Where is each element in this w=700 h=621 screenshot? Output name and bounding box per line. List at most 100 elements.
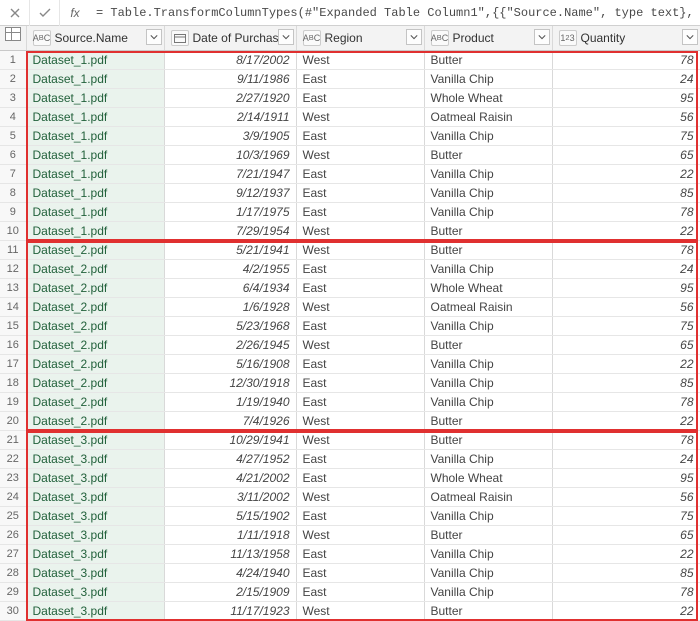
- row-number[interactable]: 17: [0, 355, 26, 374]
- table-row[interactable]: 7Dataset_1.pdf7/21/1947EastVanilla Chip2…: [0, 165, 700, 184]
- row-number[interactable]: 2: [0, 70, 26, 89]
- cell-region[interactable]: East: [296, 165, 424, 184]
- filter-button[interactable]: [534, 29, 550, 45]
- cell-source[interactable]: Dataset_3.pdf: [26, 602, 164, 621]
- cell-source[interactable]: Dataset_2.pdf: [26, 412, 164, 431]
- column-header-product[interactable]: ABC Product: [424, 26, 552, 51]
- cell-source[interactable]: Dataset_2.pdf: [26, 336, 164, 355]
- cell-date[interactable]: 9/12/1937: [164, 184, 296, 203]
- cell-date[interactable]: 12/30/1918: [164, 374, 296, 393]
- column-header-quantity[interactable]: 123 Quantity: [552, 26, 700, 51]
- cell-source[interactable]: Dataset_1.pdf: [26, 165, 164, 184]
- cell-source[interactable]: Dataset_1.pdf: [26, 70, 164, 89]
- cell-region[interactable]: West: [296, 431, 424, 450]
- cell-source[interactable]: Dataset_2.pdf: [26, 279, 164, 298]
- cell-quantity[interactable]: 65: [552, 336, 700, 355]
- cell-region[interactable]: East: [296, 469, 424, 488]
- cell-product[interactable]: Vanilla Chip: [424, 393, 552, 412]
- table-row[interactable]: 28Dataset_3.pdf4/24/1940EastVanilla Chip…: [0, 564, 700, 583]
- cell-date[interactable]: 4/24/1940: [164, 564, 296, 583]
- cell-quantity[interactable]: 78: [552, 241, 700, 260]
- table-row[interactable]: 13Dataset_2.pdf6/4/1934EastWhole Wheat95: [0, 279, 700, 298]
- cell-date[interactable]: 4/21/2002: [164, 469, 296, 488]
- table-row[interactable]: 23Dataset_3.pdf4/21/2002EastWhole Wheat9…: [0, 469, 700, 488]
- cell-region[interactable]: West: [296, 146, 424, 165]
- cell-quantity[interactable]: 56: [552, 488, 700, 507]
- cell-product[interactable]: Butter: [424, 222, 552, 241]
- row-number[interactable]: 22: [0, 450, 26, 469]
- cell-source[interactable]: Dataset_1.pdf: [26, 203, 164, 222]
- cell-date[interactable]: 10/3/1969: [164, 146, 296, 165]
- cell-product[interactable]: Vanilla Chip: [424, 545, 552, 564]
- row-number[interactable]: 5: [0, 127, 26, 146]
- cell-quantity[interactable]: 22: [552, 222, 700, 241]
- table-row[interactable]: 20Dataset_2.pdf7/4/1926WestButter22: [0, 412, 700, 431]
- cell-product[interactable]: Butter: [424, 602, 552, 621]
- table-row[interactable]: 12Dataset_2.pdf4/2/1955EastVanilla Chip2…: [0, 260, 700, 279]
- cell-source[interactable]: Dataset_2.pdf: [26, 317, 164, 336]
- cell-source[interactable]: Dataset_2.pdf: [26, 260, 164, 279]
- row-number[interactable]: 23: [0, 469, 26, 488]
- table-row[interactable]: 5Dataset_1.pdf3/9/1905EastVanilla Chip75: [0, 127, 700, 146]
- column-header-date[interactable]: Date of Purchase: [164, 26, 296, 51]
- table-row[interactable]: 14Dataset_2.pdf1/6/1928WestOatmeal Raisi…: [0, 298, 700, 317]
- cell-date[interactable]: 5/23/1968: [164, 317, 296, 336]
- cell-source[interactable]: Dataset_3.pdf: [26, 583, 164, 602]
- row-number[interactable]: 20: [0, 412, 26, 431]
- cell-date[interactable]: 6/4/1934: [164, 279, 296, 298]
- cell-quantity[interactable]: 85: [552, 564, 700, 583]
- row-number[interactable]: 12: [0, 260, 26, 279]
- filter-button[interactable]: [278, 29, 294, 45]
- cell-quantity[interactable]: 78: [552, 203, 700, 222]
- table-row[interactable]: 25Dataset_3.pdf5/15/1902EastVanilla Chip…: [0, 507, 700, 526]
- table-row[interactable]: 19Dataset_2.pdf1/19/1940EastVanilla Chip…: [0, 393, 700, 412]
- cell-region[interactable]: West: [296, 222, 424, 241]
- cell-source[interactable]: Dataset_2.pdf: [26, 393, 164, 412]
- cell-date[interactable]: 4/27/1952: [164, 450, 296, 469]
- row-number[interactable]: 16: [0, 336, 26, 355]
- cell-source[interactable]: Dataset_3.pdf: [26, 450, 164, 469]
- cell-product[interactable]: Vanilla Chip: [424, 70, 552, 89]
- cell-region[interactable]: East: [296, 89, 424, 108]
- cell-product[interactable]: Vanilla Chip: [424, 583, 552, 602]
- row-number[interactable]: 18: [0, 374, 26, 393]
- cell-quantity[interactable]: 24: [552, 260, 700, 279]
- cell-region[interactable]: West: [296, 602, 424, 621]
- filter-button[interactable]: [406, 29, 422, 45]
- row-number[interactable]: 11: [0, 241, 26, 260]
- table-row[interactable]: 11Dataset_2.pdf5/21/1941WestButter78: [0, 241, 700, 260]
- cell-source[interactable]: Dataset_3.pdf: [26, 564, 164, 583]
- cell-quantity[interactable]: 22: [552, 165, 700, 184]
- cell-source[interactable]: Dataset_3.pdf: [26, 431, 164, 450]
- cell-source[interactable]: Dataset_2.pdf: [26, 374, 164, 393]
- filter-button[interactable]: [146, 29, 162, 45]
- cell-product[interactable]: Vanilla Chip: [424, 127, 552, 146]
- row-number[interactable]: 10: [0, 222, 26, 241]
- cell-product[interactable]: Vanilla Chip: [424, 450, 552, 469]
- cell-region[interactable]: East: [296, 127, 424, 146]
- row-number[interactable]: 14: [0, 298, 26, 317]
- corner-cell[interactable]: [0, 26, 26, 51]
- row-number[interactable]: 27: [0, 545, 26, 564]
- table-row[interactable]: 21Dataset_3.pdf10/29/1941WestButter78: [0, 431, 700, 450]
- cell-date[interactable]: 9/11/1986: [164, 70, 296, 89]
- cell-quantity[interactable]: 24: [552, 450, 700, 469]
- cell-region[interactable]: East: [296, 317, 424, 336]
- table-row[interactable]: 16Dataset_2.pdf2/26/1945WestButter65: [0, 336, 700, 355]
- cell-source[interactable]: Dataset_3.pdf: [26, 469, 164, 488]
- cell-product[interactable]: Vanilla Chip: [424, 184, 552, 203]
- cell-product[interactable]: Butter: [424, 51, 552, 70]
- cell-product[interactable]: Butter: [424, 526, 552, 545]
- cell-source[interactable]: Dataset_1.pdf: [26, 222, 164, 241]
- cell-region[interactable]: West: [296, 241, 424, 260]
- row-number[interactable]: 19: [0, 393, 26, 412]
- cell-date[interactable]: 7/29/1954: [164, 222, 296, 241]
- table-row[interactable]: 18Dataset_2.pdf12/30/1918EastVanilla Chi…: [0, 374, 700, 393]
- table-row[interactable]: 2Dataset_1.pdf9/11/1986EastVanilla Chip2…: [0, 70, 700, 89]
- cell-quantity[interactable]: 65: [552, 526, 700, 545]
- cell-region[interactable]: East: [296, 260, 424, 279]
- row-number[interactable]: 1: [0, 51, 26, 70]
- cell-product[interactable]: Whole Wheat: [424, 469, 552, 488]
- cell-region[interactable]: East: [296, 450, 424, 469]
- cell-region[interactable]: West: [296, 108, 424, 127]
